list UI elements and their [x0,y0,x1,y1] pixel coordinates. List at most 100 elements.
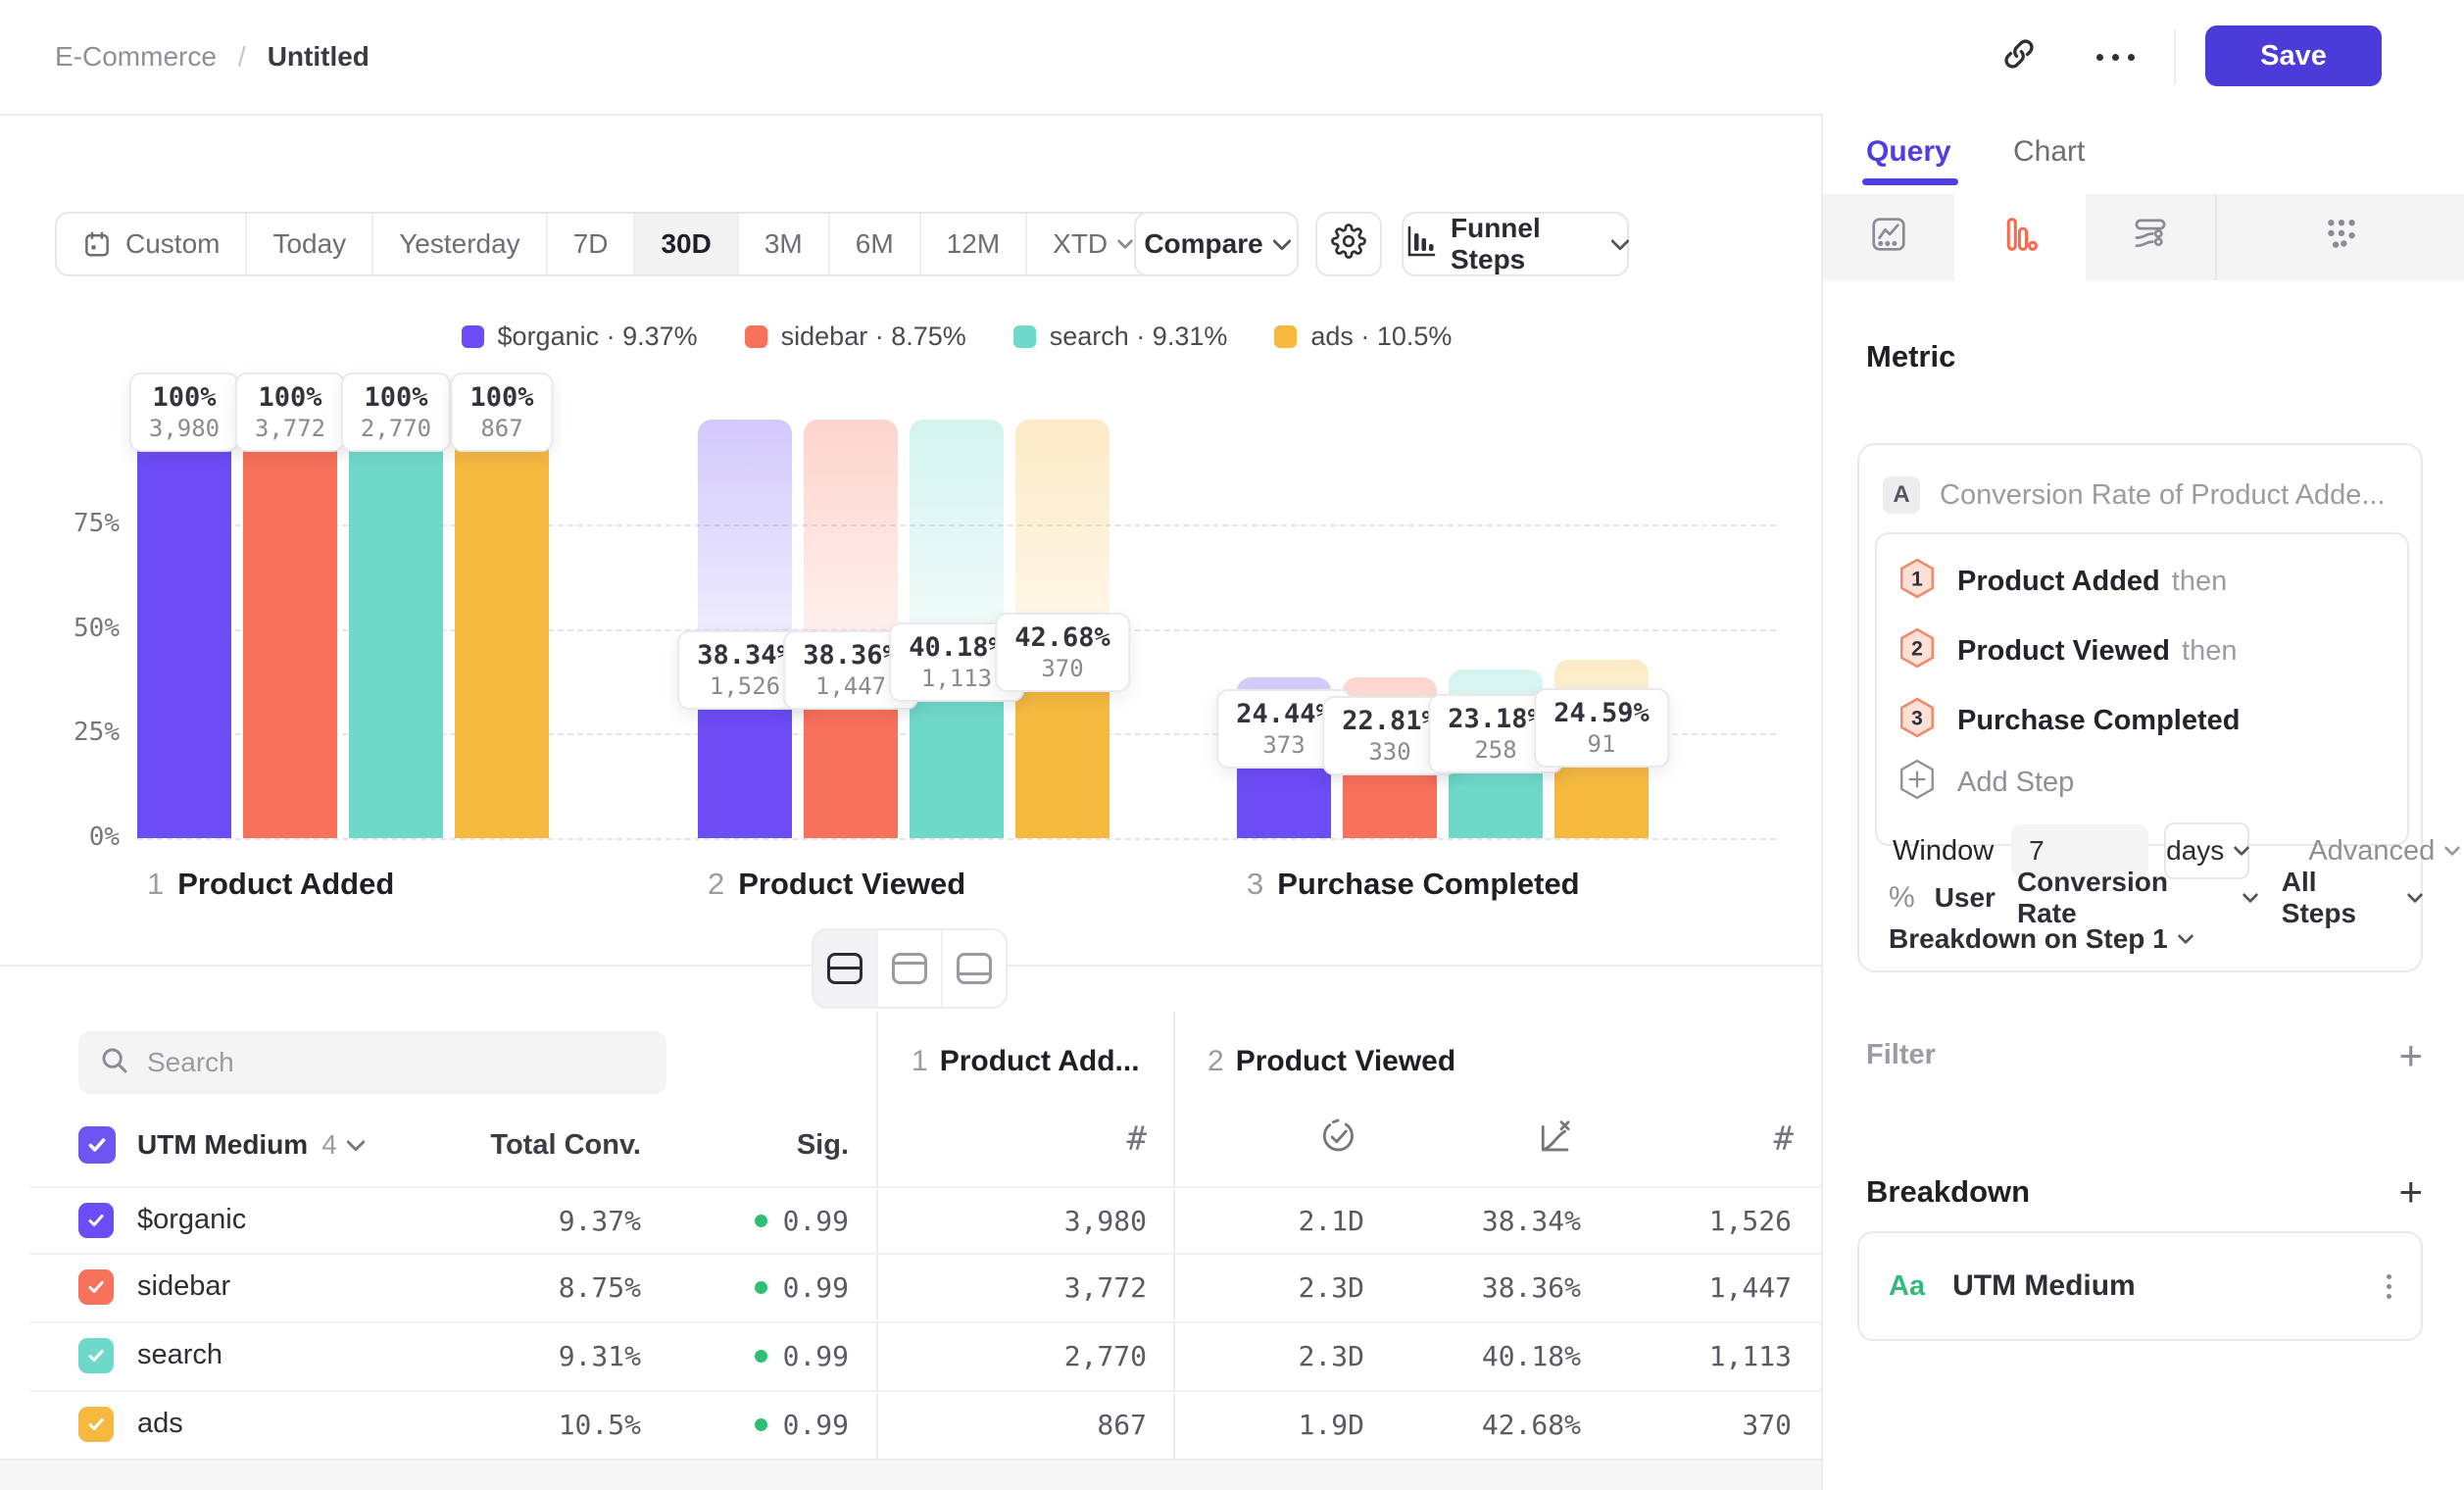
metric-heading: Metric [1866,339,1955,374]
row-total-conv: 9.37% [445,1205,641,1237]
row-checkbox-sidebar[interactable] [78,1269,114,1305]
save-button[interactable]: Save [2205,25,2382,86]
y-axis-tick: 0% [49,822,120,852]
step2-column-header[interactable]: 2Product Viewed [1207,1045,1455,1078]
value-card-sidebar-step1: 100%3,772 [235,372,345,452]
value-pct: 100% [255,382,325,413]
y-axis-tick: 75% [49,509,120,538]
tab-chart[interactable]: Chart [2013,135,2085,169]
count-metric-icon[interactable]: # [1745,1119,1794,1159]
tab-retention-chart[interactable] [2217,194,2464,280]
kebab-menu-icon[interactable] [2387,1269,2391,1304]
link-icon [2000,35,2038,79]
row-step2-pct: 42.68% [1414,1409,1581,1441]
table-footer-strip [0,1459,1821,1490]
breakdown-item-card[interactable]: Aa UTM Medium [1857,1231,2423,1341]
layout-split-button[interactable] [813,930,878,1007]
value-count: 91 [1553,730,1650,758]
value-pct: 40.18% [909,632,1005,663]
search-input[interactable] [145,1046,647,1079]
bar-search-step1[interactable] [349,420,443,838]
flows-icon [2131,215,2170,261]
chart-step-label-2: 2Product Viewed [708,867,965,902]
time-to-convert-icon[interactable] [1318,1118,1357,1164]
row-total-conv: 8.75% [445,1271,641,1304]
table-row[interactable]: sidebar8.75%0.993,7722.3D38.36%1,447 [0,1253,1821,1321]
row-step1-count: 867 [1000,1409,1147,1441]
measure-all-steps[interactable]: All Steps [2282,867,2421,929]
breakdown-on-label: Breakdown on Step 1 [1889,923,2168,955]
value-pct: 42.68% [1014,622,1110,653]
query-panel: Query Chart [1821,114,2464,1490]
group-column-label[interactable]: UTM Medium [137,1129,308,1161]
advanced-toggle[interactable]: Advanced [2308,835,2458,868]
select-all-checkbox[interactable] [78,1126,116,1164]
property-type-icon: Aa [1889,1270,1925,1303]
tab-line-chart[interactable] [1823,194,1954,280]
layout-table-button[interactable] [943,930,1006,1007]
tab-flows-chart[interactable] [2086,194,2217,280]
bar-sidebar-step1[interactable] [243,420,337,838]
row-checkbox-search[interactable] [78,1338,114,1373]
advanced-label: Advanced [2308,835,2435,868]
tab-query[interactable]: Query [1866,135,1951,169]
step1-number: 1 [912,1045,928,1077]
group-count: 4 [321,1129,337,1161]
table-view-icon [957,953,992,984]
panel-step-3[interactable]: 3 Purchase Completed [1898,697,2407,745]
chart-view-icon [892,953,927,984]
step1-label: Product Add... [940,1045,1140,1077]
value-count: 1,113 [909,665,1005,692]
value-pct: 100% [149,382,220,413]
row-checkbox-organic[interactable] [78,1203,114,1238]
row-step2-pct: 38.36% [1414,1271,1581,1304]
svg-text:3: 3 [1911,707,1923,729]
table-row[interactable]: search9.31%0.992,7702.3D40.18%1,113 [0,1321,1821,1390]
value-card-ads-step1: 100%867 [450,372,553,452]
value-card-ads-step2: 42.68%370 [995,613,1130,692]
metric-title-row[interactable]: A Conversion Rate of Product Adde... [1883,476,2421,514]
measure-conversion-rate[interactable]: Conversion Rate [2017,867,2256,929]
funnel-analysis-page: E-Commerce / Untitled Save CustomTodayYe… [0,0,2464,1490]
window-label: Window [1893,835,1994,868]
chevron-down-icon [2177,928,2193,945]
row-total-conv: 9.31% [445,1340,641,1372]
add-step-hexagon-icon [1898,759,1936,807]
sig-column-header[interactable]: Sig. [751,1129,849,1162]
value-count: 3,772 [255,415,325,442]
step-then-label: then [2172,566,2227,598]
share-link-button[interactable] [1990,27,2048,86]
table-row[interactable]: $organic9.37%0.993,9802.1D38.34%1,526 [0,1186,1821,1255]
layout-chart-button[interactable] [878,930,943,1007]
panel-step-2[interactable]: 2Product Viewedthen [1898,627,2407,675]
value-count: 867 [469,415,533,442]
add-step-button[interactable]: Add Step [1898,759,2407,807]
row-label: ads [137,1408,183,1440]
tab-funnel-chart[interactable] [1954,194,2086,280]
panel-step-1[interactable]: 1Product Addedthen [1898,558,2407,606]
add-breakdown-button[interactable]: + [2398,1177,2423,1207]
add-filter-button[interactable]: + [2398,1041,2423,1070]
value-pct: 24.59% [1553,698,1650,728]
table-search[interactable] [78,1031,666,1094]
bar-ads-step1[interactable] [455,420,549,838]
svg-text:1: 1 [1911,568,1923,590]
search-icon [98,1044,129,1082]
measure-user[interactable]: User [1935,882,1996,914]
row-step2-count: 370 [1645,1409,1792,1441]
more-options-button[interactable] [2086,27,2144,86]
count-metric-icon[interactable]: # [1098,1119,1147,1159]
total-conv-column-header[interactable]: Total Conv. [445,1129,641,1162]
step-event-name: Purchase Completed [1957,705,2240,737]
chevron-down-icon[interactable] [346,1132,366,1152]
row-checkbox-ads[interactable] [78,1407,114,1442]
bar-organic-step1[interactable] [137,420,231,838]
table-row[interactable]: ads10.5%0.998671.9D42.68%370 [0,1390,1821,1459]
conversion-chart-icon[interactable] [1535,1118,1574,1164]
metric-title: Conversion Rate of Product Adde... [1940,479,2386,512]
funnel-chart: 0%25%50%75%100%3,98038.34%1,52624.44%373… [0,0,1821,1000]
step1-column-header[interactable]: 1 Product Add... [912,1045,1140,1078]
row-total-conv: 10.5% [445,1409,641,1441]
filter-section-header: Filter + [1866,1039,2423,1071]
breakdown-on-step-row[interactable]: Breakdown on Step 1 [1889,923,2192,955]
